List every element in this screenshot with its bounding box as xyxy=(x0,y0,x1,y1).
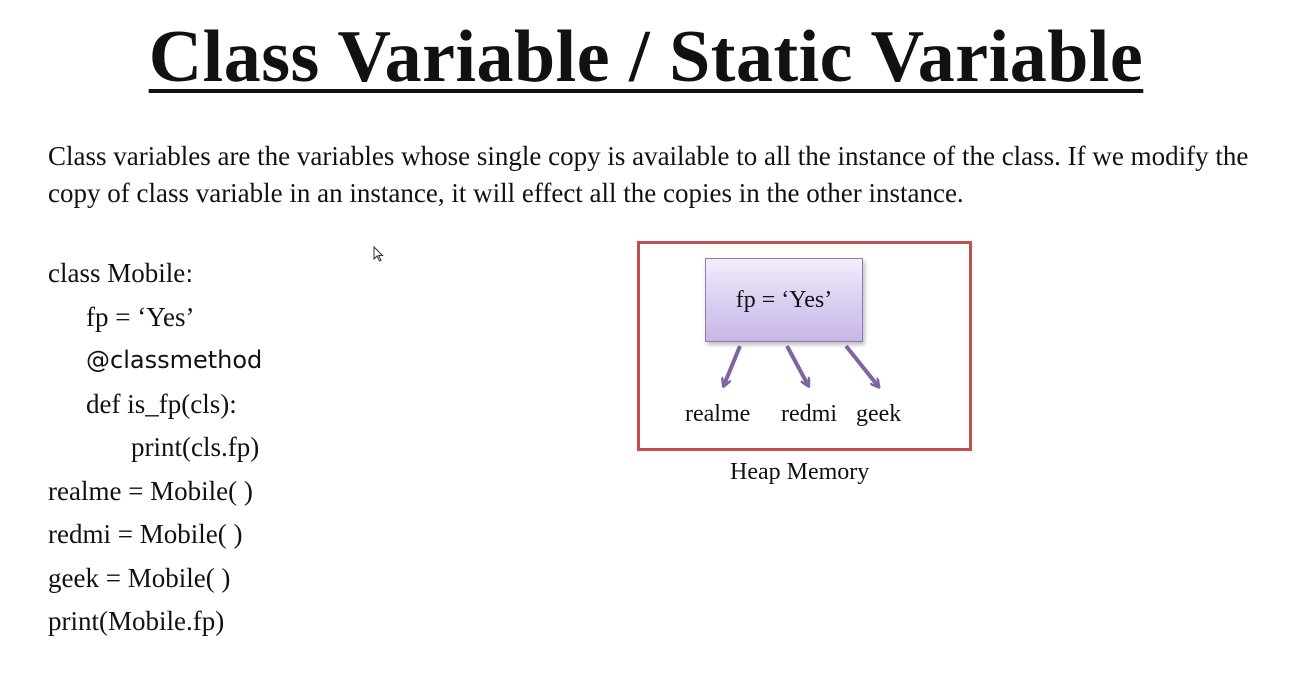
reference-arrows xyxy=(0,344,1292,686)
object-label-realme: realme xyxy=(685,401,751,427)
arrow-to-realme xyxy=(724,345,742,385)
arrow-to-redmi xyxy=(785,345,808,385)
object-label-redmi: redmi xyxy=(781,401,837,427)
heap-memory-caption: Heap Memory xyxy=(730,459,870,485)
object-label-geek: geek xyxy=(856,401,902,427)
arrow-to-geek xyxy=(844,344,878,386)
